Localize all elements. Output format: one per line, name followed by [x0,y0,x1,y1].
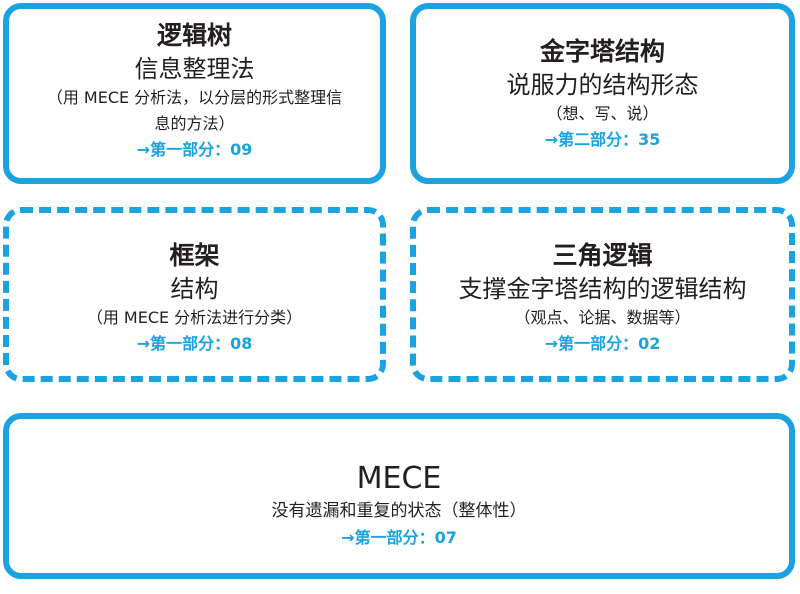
box-logic-tree: 逻辑树 信息整理法 （用 MECE 分析法，以分层的形式整理信息的方法） →第一… [3,3,386,184]
box-triangle-logic: 三角逻辑 支撑金字塔结构的逻辑结构 （观点、论据、数据等） →第一部分：02 [410,207,795,382]
box-note: 没有遗漏和重复的状态（整体性） [271,501,527,521]
box-note: （想、写、说） [546,104,659,123]
box-subtitle: 信息整理法 [134,55,255,83]
box-subtitle: 说服力的结构形态 [506,71,699,99]
box-reference: →第一部分：07 [341,528,457,547]
box-title: 框架 [169,241,220,270]
box-note: （用 MECE 分析法，以分层的形式整理信息的方法） [46,88,343,133]
box-title: 逻辑树 [156,21,232,50]
box-mece: MECE 没有遗漏和重复的状态（整体性） →第一部分：07 [3,413,795,579]
box-pyramid-structure: 金字塔结构 说服力的结构形态 （想、写、说） →第二部分：35 [410,3,795,184]
box-note: （观点、论据、数据等） [514,308,691,327]
box-reference: →第二部分：35 [544,130,661,149]
box-framework: 框架 结构 （用 MECE 分析法进行分类） →第一部分：08 [3,207,386,382]
box-title: 金字塔结构 [539,37,665,66]
box-reference: →第一部分：02 [544,334,661,353]
box-title: 三角逻辑 [552,241,653,270]
box-reference: →第一部分：09 [136,140,253,159]
box-title: MECE [356,461,442,496]
box-note: （用 MECE 分析法进行分类） [86,308,303,327]
box-subtitle: 支撑金字塔结构的逻辑结构 [458,275,747,303]
box-subtitle: 结构 [170,275,219,303]
box-reference: →第一部分：08 [136,334,253,353]
